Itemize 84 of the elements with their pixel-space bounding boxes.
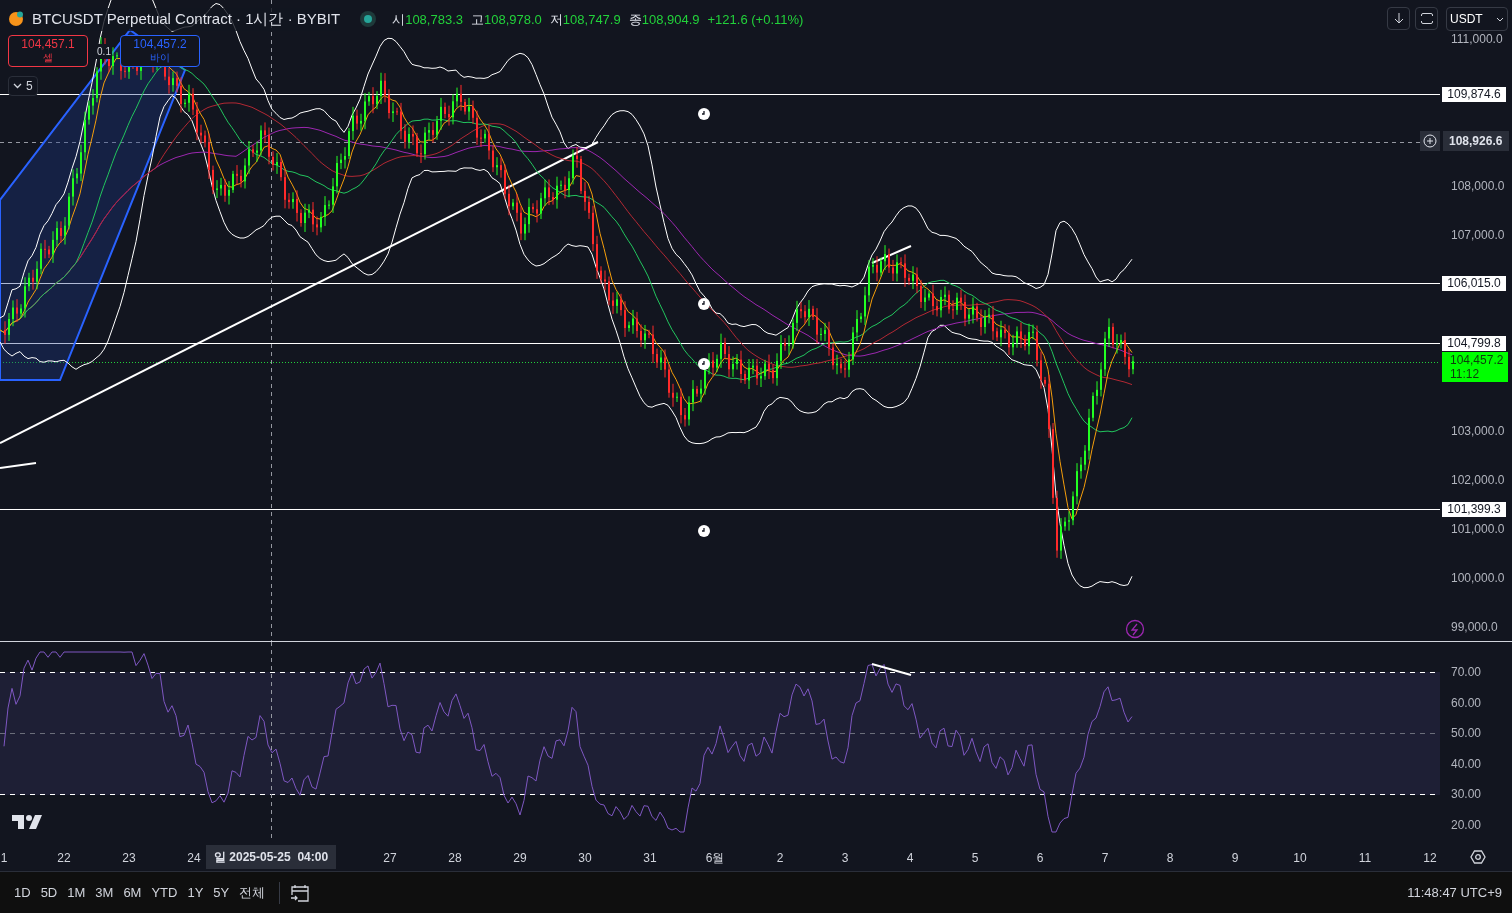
down-arrow-icon [1393,13,1404,24]
time-label: 12 [1423,850,1437,867]
range-button[interactable]: 1M [63,879,90,906]
alarm-clock-icon[interactable] [698,525,710,537]
time-label: 6 [1036,850,1044,867]
crosshair-time-label: 일 2025-05-25 04:00 [206,845,337,869]
range-button[interactable]: 5Y [209,879,234,906]
time-label: 6월 [705,850,725,867]
time-label: 4 [906,850,914,867]
range-button[interactable]: 1D [10,879,35,906]
rsi-label: 60.00 [1451,695,1482,710]
range-button[interactable]: 전체 [235,879,270,906]
clock-time: 11:48:47 UTC+9 [1407,883,1502,902]
frame-icon [1420,13,1433,24]
time-label: 24 [187,850,201,867]
time-label: 23 [122,850,136,867]
down-arrow-button[interactable] [1387,7,1410,30]
time-label: 7 [1101,850,1109,867]
chevron-down-icon [1496,16,1504,22]
rsi-label: 40.00 [1451,756,1482,771]
plus-icon [1423,133,1437,148]
symbol-title: BTCUSDT Perpetual Contract · 1시간 · BYBIT [32,8,341,31]
alarm-clock-icon[interactable] [698,358,710,370]
settings-icon[interactable] [1470,849,1486,865]
price-label: 107,000.0 [1451,228,1505,242]
price-label: 108,000.0 [1451,179,1505,193]
rsi-label: 70.00 [1451,665,1482,679]
time-label: 11 [1358,850,1372,867]
time-label: 30 [578,850,592,867]
ohlc-value: 종108,904.9 [628,10,700,29]
crosshair-price-label: 108,926.6 [1443,130,1509,151]
time-label: 9 [1231,850,1239,867]
time-label: 28 [448,850,462,867]
time-label: 27 [383,850,397,867]
bitcoin-icon [8,11,24,28]
price-label: 103,000.0 [1451,424,1505,438]
rsi-label: 50.00 [1451,726,1482,741]
currency-dropdown[interactable]: USDT [1446,7,1508,31]
time-label: 10 [1293,850,1307,867]
time-label: 3 [841,850,849,867]
trend-line [871,245,912,264]
time-label: 8 [1166,850,1174,867]
time-label: 5 [971,850,979,867]
time-label: 1 [0,850,8,867]
price-change: +121.6 (+0.11%) [707,10,804,29]
range-button[interactable]: 1Y [183,879,208,906]
sell-button[interactable]: 104,457.1 셀 [8,35,88,67]
trend-line [0,462,37,469]
chevron-down-icon [13,83,22,89]
time-label: 22 [57,850,71,867]
price-line-label: 104,799.8 [1442,335,1506,351]
indicators-toggle[interactable]: 5 [8,76,38,96]
price-label: 99,000.0 [1451,620,1498,634]
ohlc-value: 저108,747.9 [549,10,621,29]
rsi-label: 30.00 [1451,787,1482,802]
rsi-label: 20.00 [1451,818,1482,832]
ohlc-value: 시 108,783.3 [392,10,463,29]
range-button[interactable]: 3M [91,879,118,906]
add-alert-button[interactable] [1420,130,1440,151]
time-label: 31 [643,850,657,867]
range-button[interactable]: YTD [147,879,182,906]
trend-line [871,663,912,676]
status-dot-icon [360,11,377,28]
spread-value: 0.1 [96,43,112,59]
calendar-icon[interactable] [290,882,311,903]
price-label: 102,000.0 [1451,473,1505,487]
last-price-label: 104,457.2 11:12 [1442,351,1508,382]
price-label: 100,000.0 [1451,571,1505,585]
ohlc-value: 고108,978.0 [471,10,542,29]
tradingview-logo-icon [12,815,42,829]
range-button[interactable]: 5D [36,879,62,906]
price-label: 111,000.0 [1451,32,1503,46]
alarm-clock-icon[interactable] [698,108,710,120]
alarm-clock-icon[interactable] [698,298,710,310]
auto-scale-button[interactable] [1415,7,1438,30]
buy-button[interactable]: 104,457.2 바이 [120,35,200,67]
price-line-label: 109,874.6 [1442,87,1506,103]
range-button[interactable]: 6M [119,879,146,906]
lightning-icon[interactable] [1125,619,1145,639]
time-label: 2 [776,850,784,867]
price-label: 101,000.0 [1451,522,1505,536]
time-label: 29 [513,850,527,867]
price-line-label: 101,399.3 [1442,502,1506,518]
price-line-label: 106,015.0 [1442,276,1506,292]
